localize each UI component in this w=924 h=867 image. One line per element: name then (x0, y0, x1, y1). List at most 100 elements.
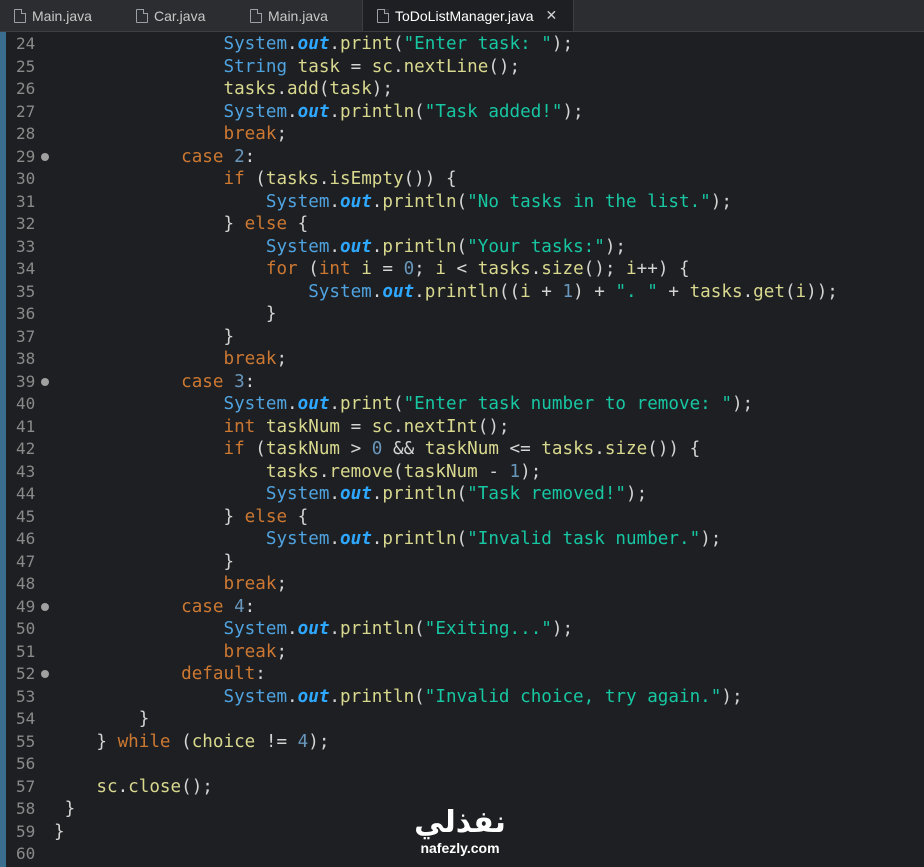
line-number: 44 (16, 484, 36, 503)
line-number: 40 (16, 394, 36, 413)
code-line[interactable]: 43 tasks.remove(taskNum - 1); (0, 461, 924, 484)
code-line[interactable]: 24 System.out.print("Enter task: "); (0, 33, 924, 56)
code-line[interactable]: 29 case 2: (0, 146, 924, 169)
code-line[interactable]: 52 default: (0, 663, 924, 686)
code-editor[interactable]: 24 System.out.print("Enter task: "); 25 S… (0, 33, 924, 867)
code-token: ( (456, 484, 468, 504)
code-line[interactable]: 48 break; (0, 573, 924, 596)
code-line[interactable]: 35 System.out.println((i + 1) + ". " + t… (0, 281, 924, 304)
code-text: System.out.print("Enter task: "); (54, 33, 573, 56)
code-line[interactable]: 45 } else { (0, 506, 924, 529)
code-token: ); (520, 461, 542, 482)
code-line[interactable]: 51 break; (0, 641, 924, 664)
code-token: System (223, 394, 288, 414)
code-token: out (340, 484, 372, 504)
watermark-logo: نفذلي nafezly.com (400, 806, 520, 866)
code-line[interactable]: 34 for (int i = 0; i < tasks.size(); i++… (0, 258, 924, 281)
code-token: ; (414, 259, 436, 279)
code-token: } (54, 304, 277, 324)
code-line[interactable]: 39 case 3: (0, 371, 924, 394)
code-token: out (340, 236, 372, 257)
code-token: tasks (477, 259, 531, 279)
code-line[interactable]: 26 tasks.add(task); (0, 78, 924, 101)
fold-marker-icon[interactable] (41, 152, 49, 161)
code-line[interactable]: 54 } (0, 708, 924, 731)
line-number: 45 (16, 506, 36, 526)
watermark-arabic: نفذلي (414, 805, 506, 840)
code-token: print (340, 394, 393, 414)
code-token: } (54, 709, 150, 729)
code-token: case (181, 596, 224, 617)
close-icon[interactable]: ✕ (546, 7, 558, 24)
tab-car-java[interactable]: Car.java (122, 0, 236, 31)
code-line[interactable]: 44 System.out.println("Task removed!"); (0, 483, 924, 506)
tab-main-java-1[interactable]: Main.java (0, 0, 122, 31)
tab-todolistmanager-java[interactable]: ToDoListManager.java ✕ (362, 0, 574, 31)
code-line[interactable]: 25 String task = sc.nextLine(); (0, 56, 924, 79)
code-line[interactable]: 40 System.out.print("Enter task number t… (0, 393, 924, 416)
code-token: ; (276, 574, 288, 594)
code-text: } (54, 708, 150, 731)
line-number: 53 (16, 686, 36, 706)
code-token: break (223, 349, 277, 369)
code-token: if (223, 169, 245, 189)
code-line[interactable]: 46 System.out.println("Invalid task numb… (0, 528, 924, 551)
code-token: ( (456, 529, 468, 549)
code-line[interactable]: 31 System.out.println("No tasks in the l… (0, 191, 924, 214)
code-text: } (54, 303, 277, 326)
line-number: 43 (16, 461, 36, 481)
code-token: } (54, 214, 245, 234)
code-line[interactable]: 57 sc.close(); (0, 776, 924, 799)
code-line[interactable]: 27 System.out.println("Task added!"); (0, 101, 924, 124)
code-text: break; (54, 573, 287, 596)
code-line[interactable]: 37 } (0, 326, 924, 349)
fold-marker-icon[interactable] (41, 377, 49, 386)
code-token: . (371, 484, 383, 504)
code-line[interactable]: 28 break; (0, 123, 924, 146)
code-token: "Invalid task number." (467, 529, 701, 549)
code-token: } (54, 506, 245, 527)
code-token: ( (784, 281, 796, 302)
code-line[interactable]: 38 break; (0, 348, 924, 371)
code-line[interactable]: 32 } else { (0, 213, 924, 236)
code-line[interactable]: 41 int taskNum = sc.nextInt(); (0, 416, 924, 439)
code-token: : (244, 371, 256, 392)
line-number: 59 (16, 821, 36, 841)
code-token: "Task added!" (424, 101, 563, 122)
code-token: sc (96, 776, 118, 797)
code-line[interactable]: 55 } while (choice != 4); (0, 731, 924, 754)
code-line[interactable]: 53 System.out.println("Invalid choice, t… (0, 686, 924, 709)
code-line[interactable]: 47 } (0, 551, 924, 574)
code-line[interactable]: 33 System.out.println("Your tasks:"); (0, 236, 924, 259)
line-number: 27 (16, 101, 36, 121)
code-token: i (626, 259, 637, 279)
code-line[interactable]: 42 if (taskNum > 0 && taskNum <= tasks.s… (0, 438, 924, 461)
code-line[interactable]: 49 case 4: (0, 596, 924, 619)
code-token: tasks (541, 439, 595, 459)
code-token: . (392, 416, 404, 437)
code-line[interactable]: 50 System.out.println("Exiting..."); (0, 618, 924, 641)
code-token: ; (276, 641, 288, 662)
code-token: (); (477, 416, 510, 437)
code-token: } (54, 799, 76, 819)
code-token: . (371, 529, 383, 549)
code-token: ( (414, 619, 425, 639)
code-line[interactable]: 56 (0, 753, 924, 776)
code-token: println (382, 529, 457, 549)
code-token: size (604, 439, 648, 459)
code-line[interactable]: 30 if (tasks.isEmpty()) { (0, 168, 924, 191)
tab-main-java-2[interactable]: Main.java (236, 0, 362, 31)
code-line[interactable]: 36 } (0, 303, 924, 326)
fold-marker-icon[interactable] (41, 670, 49, 678)
java-file-icon (377, 8, 389, 23)
code-token: ( (456, 236, 468, 257)
code-text: } (54, 798, 76, 821)
fold-marker-icon[interactable] (41, 602, 49, 611)
code-token: ( (414, 101, 425, 122)
